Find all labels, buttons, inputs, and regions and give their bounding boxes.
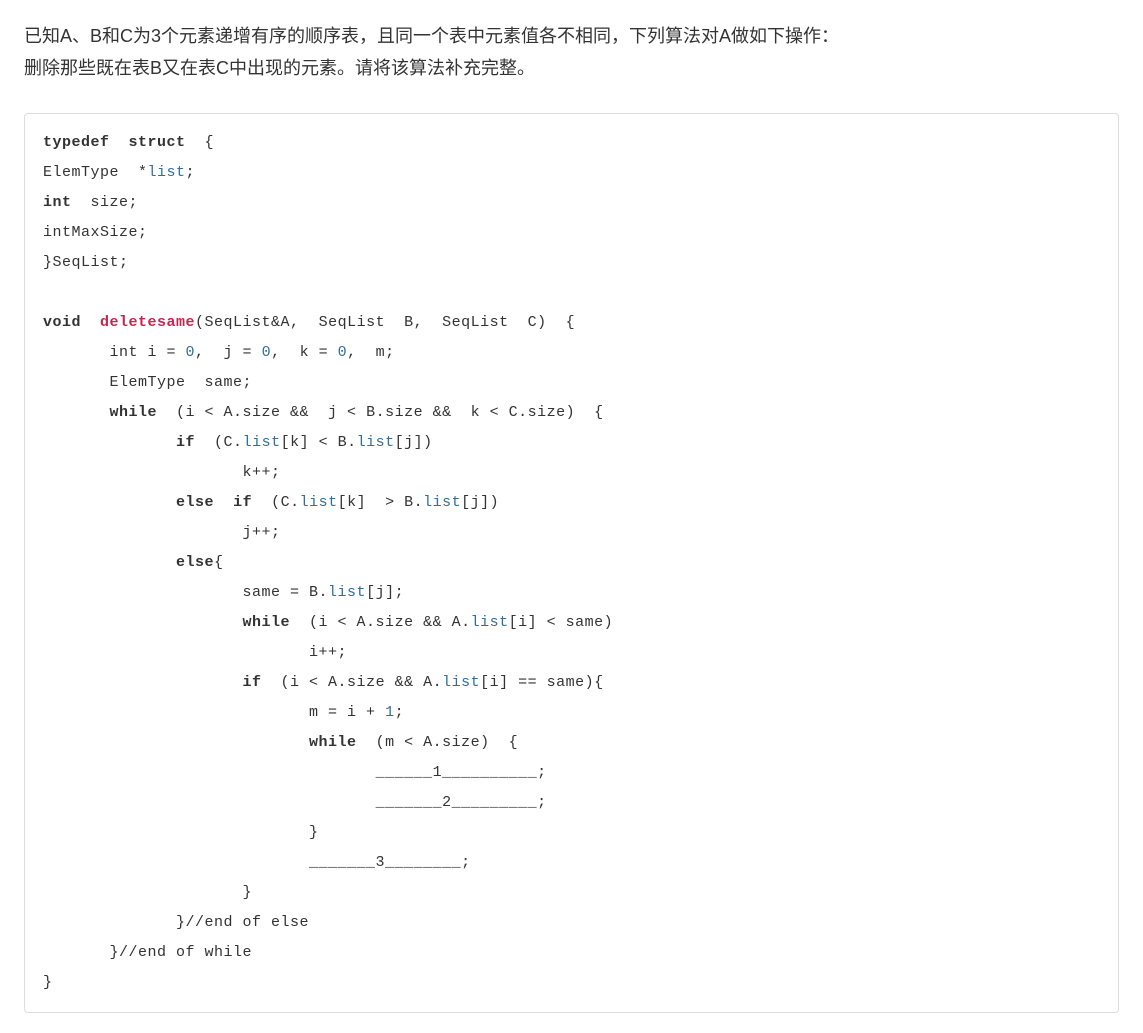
- blank-1: ______1__________: [376, 764, 538, 781]
- blank-2: _______2_________: [376, 794, 538, 811]
- kw-else-1: else: [176, 494, 214, 511]
- id-intmaxsize: intMaxSize: [43, 224, 138, 241]
- id-list-3: list: [300, 494, 338, 511]
- num-0b: 0: [262, 344, 272, 361]
- kw-typedef: typedef: [43, 134, 110, 151]
- num-0c: 0: [338, 344, 348, 361]
- kw-int: int: [43, 194, 72, 211]
- kw-if-3: if: [243, 674, 262, 691]
- num-0a: 0: [186, 344, 196, 361]
- question-line2: 删除那些既在表B又在表C中出现的元素。请将该算法补充完整。: [24, 58, 535, 78]
- kw-if-1: if: [176, 434, 195, 451]
- comment-while: //end of while: [119, 944, 252, 961]
- kw-while-1: while: [110, 404, 158, 421]
- code-block: typedef struct { ElemType *list; int siz…: [24, 113, 1119, 1013]
- kw-void: void: [43, 314, 81, 331]
- id-list-7: list: [442, 674, 480, 691]
- comment-else: //end of else: [186, 914, 310, 931]
- id-list-1: list: [243, 434, 281, 451]
- id-list: list: [148, 164, 186, 181]
- id-list-2: list: [357, 434, 395, 451]
- id-elemtype: ElemType: [43, 164, 119, 181]
- id-list-4: list: [423, 494, 461, 511]
- id-seqlist: SeqList: [53, 254, 120, 271]
- id-list-6: list: [471, 614, 509, 631]
- blank-3: _______3________: [309, 854, 461, 871]
- id-list-5: list: [328, 584, 366, 601]
- fn-deletesame: deletesame: [100, 314, 195, 331]
- num-1a: 1: [385, 704, 395, 721]
- question-text: 已知A、B和C为3个元素递增有序的顺序表，且同一个表中元素值各不相同，下列算法对…: [24, 20, 1119, 85]
- kw-while-2: while: [243, 614, 291, 631]
- kw-else-2: else: [176, 554, 214, 571]
- kw-struct: struct: [129, 134, 186, 151]
- question-line1: 已知A、B和C为3个元素递增有序的顺序表，且同一个表中元素值各不相同，下列算法对…: [24, 26, 839, 46]
- kw-while-3: while: [309, 734, 357, 751]
- kw-if-2: if: [233, 494, 252, 511]
- id-size: size: [91, 194, 129, 211]
